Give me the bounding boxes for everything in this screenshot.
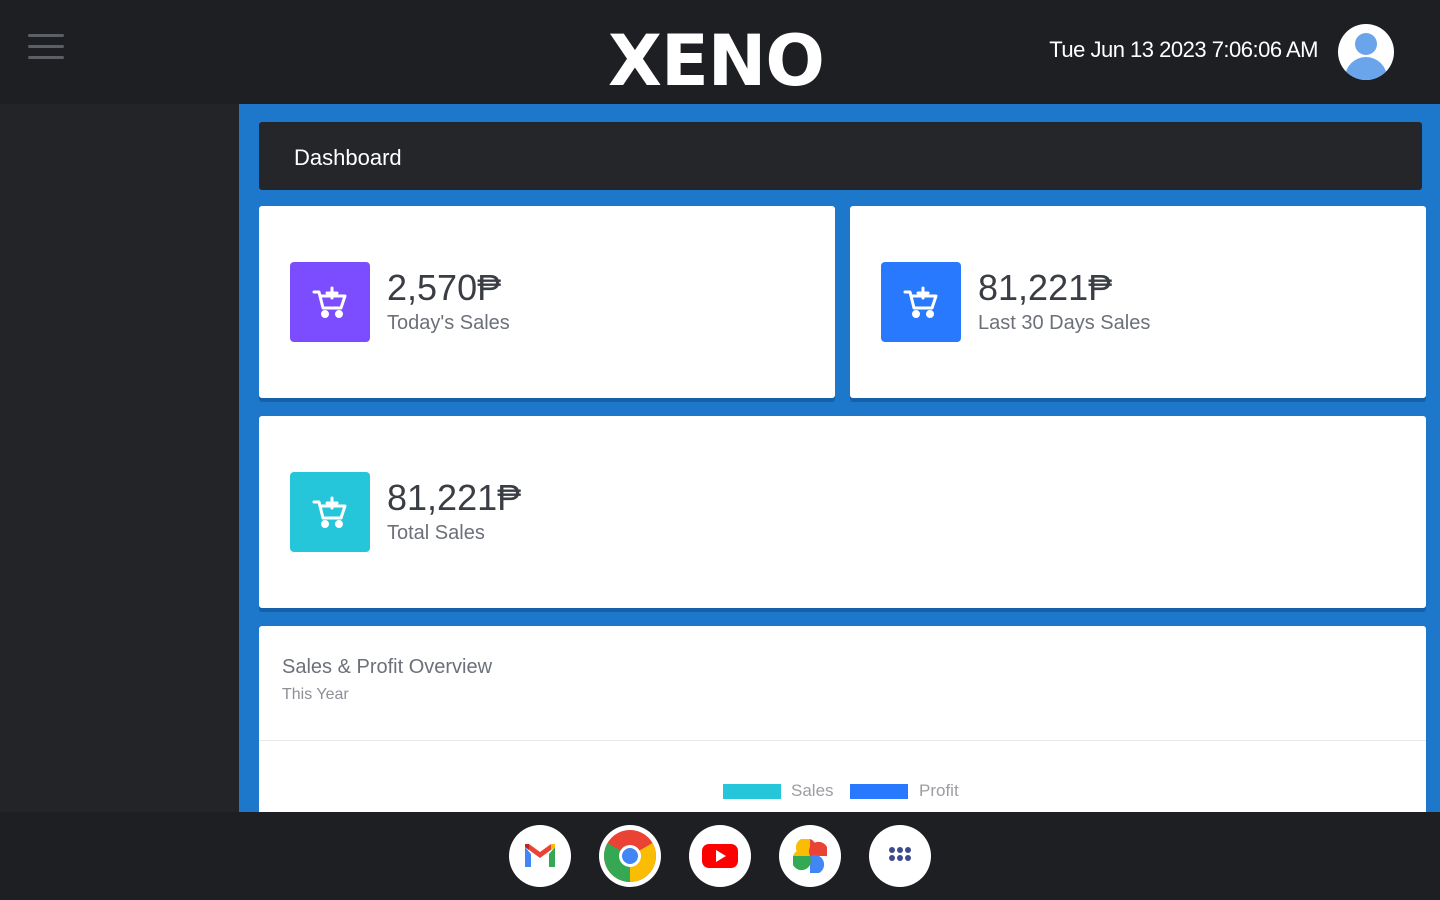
logo: XENO	[608, 4, 844, 100]
top-bar: XENO Tue Jun 13 2023 7:06:06 AM	[0, 0, 1440, 104]
stat-card-total-sales: 81,221₱ Total Sales	[259, 416, 1426, 608]
chart-title: Sales & Profit Overview	[282, 656, 493, 678]
sidebar	[0, 104, 239, 812]
legend-label-profit[interactable]: Profit	[919, 781, 959, 801]
youtube-icon[interactable]	[689, 825, 751, 887]
divider	[259, 740, 1426, 741]
legend-label-sales[interactable]: Sales	[791, 781, 834, 801]
photos-icon[interactable]	[779, 825, 841, 887]
stat-card-todays-sales: 2,570₱ Today's Sales	[259, 206, 835, 398]
stat-value: 81,221₱	[387, 477, 522, 518]
page-header: Dashboard	[259, 122, 1422, 190]
legend-swatch-profit[interactable]	[850, 784, 908, 799]
chrome-icon[interactable]	[599, 825, 661, 887]
stat-label: Last 30 Days Sales	[978, 312, 1151, 334]
app-launcher-icon[interactable]	[869, 825, 931, 887]
stat-label: Total Sales	[387, 522, 485, 544]
sales-profit-chart-card: Sales & Profit Overview This Year Sales …	[259, 626, 1426, 812]
cart-plus-icon	[290, 262, 370, 342]
chart-subtitle: This Year	[282, 686, 349, 703]
cart-plus-icon	[881, 262, 961, 342]
stat-card-last-30-days-sales: 81,221₱ Last 30 Days Sales	[850, 206, 1426, 398]
hamburger-menu-icon[interactable]	[28, 34, 64, 64]
user-avatar-icon[interactable]	[1338, 24, 1394, 80]
gmail-icon[interactable]	[509, 825, 571, 887]
legend-swatch-sales[interactable]	[723, 784, 781, 799]
stat-label: Today's Sales	[387, 312, 510, 334]
main-content: Dashboard 2,570₱ Today's Sales 81,221₱ L…	[239, 104, 1440, 812]
page-title: Dashboard	[294, 145, 402, 170]
app-dock	[0, 812, 1440, 900]
stat-value: 2,570₱	[387, 267, 502, 308]
stat-value: 81,221₱	[978, 267, 1113, 308]
datetime: Tue Jun 13 2023 7:06:06 AM	[1049, 37, 1318, 62]
cart-plus-icon	[290, 472, 370, 552]
logo-text: XENO	[608, 20, 825, 102]
